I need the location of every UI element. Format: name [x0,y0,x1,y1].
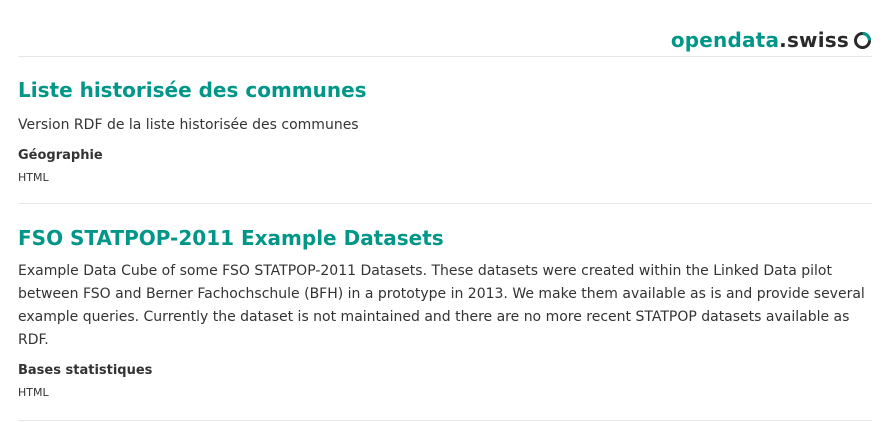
logo-ring-icon [853,31,872,50]
dataset-title-link[interactable]: Liste historisée des communes [18,77,367,103]
dataset-item: Liste historisée des communes Version RD… [18,77,872,204]
dataset-group: Géographie [18,148,103,163]
site-header: opendata .swiss [18,0,872,57]
logo-text-swiss: .swiss [779,28,849,52]
dataset-description: Example Data Cube of some FSO STATPOP-20… [18,263,865,348]
dataset-description: Version RDF de la liste historisée des c… [18,117,359,133]
dataset-format-badge: HTML [18,386,49,399]
dataset-format-badge: HTML [18,171,49,184]
opendata-swiss-logo[interactable]: opendata .swiss [671,28,872,52]
dataset-title-link[interactable]: FSO STATPOP-2011 Example Datasets [18,225,444,251]
dataset-item: FSO STATPOP-2011 Example Datasets Exampl… [18,225,872,421]
dataset-group: Bases statistiques [18,363,153,378]
logo-text-opendata: opendata [670,28,780,52]
